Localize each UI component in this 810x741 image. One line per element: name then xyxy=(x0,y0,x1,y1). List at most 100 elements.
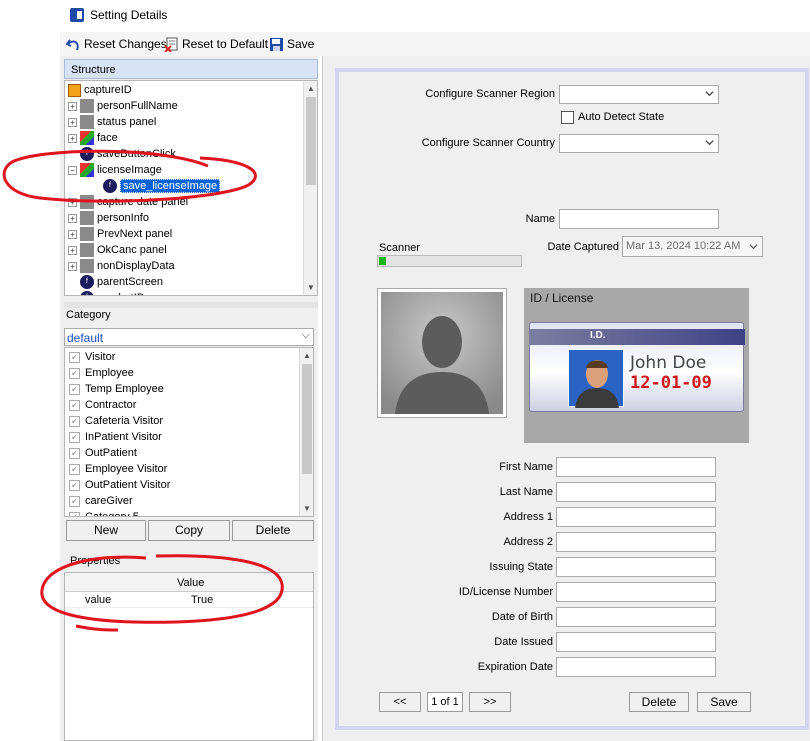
tree-item-label: OkCanc panel xyxy=(97,244,167,256)
category-checkbox[interactable]: ✓ xyxy=(69,431,80,443)
scroll-up-icon[interactable]: ▲ xyxy=(303,351,311,360)
license-photo xyxy=(568,349,624,408)
category-list[interactable]: ✓ Visitor ✓ Employee ✓ Temp Employee ✓ Contract… xyxy=(64,347,314,517)
category-item[interactable]: ✓ OutPatient Visitor xyxy=(69,477,170,493)
tree-item-label: sendartID xyxy=(97,292,145,295)
expand-icon[interactable] xyxy=(68,294,77,296)
category-dropdown[interactable]: default ⌵ xyxy=(64,328,314,346)
chevron-down-icon xyxy=(705,91,714,97)
field-input[interactable] xyxy=(556,582,716,602)
field-input[interactable] xyxy=(556,532,716,552)
scroll-down-icon[interactable]: ▼ xyxy=(303,504,311,513)
field-input[interactable] xyxy=(556,607,716,627)
tree-item[interactable]: fsendartID xyxy=(68,290,145,296)
tree-item[interactable]: + capture date panel xyxy=(68,194,188,210)
tree-item-label: face xyxy=(97,132,118,144)
scanner-country-dropdown[interactable] xyxy=(559,134,719,153)
expand-icon[interactable]: + xyxy=(68,245,77,255)
category-item[interactable]: ✓ OutPatient xyxy=(69,445,137,461)
tree-item[interactable]: f saveButtonClick xyxy=(68,146,176,162)
tree-item[interactable]: f parentScreen xyxy=(68,274,163,290)
license-card: I.D. John Doe 12-01-09 xyxy=(529,322,745,412)
category-checkbox[interactable]: ✓ xyxy=(69,511,80,516)
tree-scrollbar[interactable]: ▲ ▼ xyxy=(303,81,317,295)
field-input[interactable] xyxy=(556,457,716,477)
category-item[interactable]: ✓ Visitor xyxy=(69,349,115,365)
tree-item[interactable]: + OkCanc panel xyxy=(68,242,167,258)
category-checkbox[interactable]: ✓ xyxy=(69,479,80,491)
scanner-region-dropdown[interactable] xyxy=(559,85,719,104)
form-delete-button[interactable]: Delete xyxy=(629,692,689,712)
script-icon: f xyxy=(103,179,117,193)
chevron-down-icon xyxy=(705,140,714,146)
form-save-button[interactable]: Save xyxy=(697,692,751,712)
tree-item[interactable]: − licenseImage xyxy=(68,162,162,178)
expand-icon[interactable]: + xyxy=(68,261,77,271)
expand-icon[interactable]: + xyxy=(68,213,77,223)
field-input[interactable] xyxy=(556,482,716,502)
copy-category-button[interactable]: Copy xyxy=(148,520,230,541)
category-item[interactable]: ✓ Cafeteria Visitor xyxy=(69,413,163,429)
collapse-icon[interactable]: − xyxy=(68,165,77,175)
category-checkbox[interactable]: ✓ xyxy=(69,447,80,459)
field-input[interactable] xyxy=(556,557,716,577)
expand-icon[interactable]: + xyxy=(68,101,77,111)
field-input[interactable] xyxy=(556,507,716,527)
tree-item[interactable]: + personInfo xyxy=(68,210,149,226)
tree-root[interactable]: captureID xyxy=(68,82,132,98)
expand-icon[interactable]: + xyxy=(68,197,77,207)
reset-changes-button[interactable]: Reset Changes xyxy=(65,35,167,53)
tree-item[interactable]: + personFullName xyxy=(68,98,178,114)
category-item[interactable]: ✓ Category 5 xyxy=(69,509,139,516)
category-label: careGiver xyxy=(85,495,133,507)
tree-item[interactable]: + status panel xyxy=(68,114,156,130)
category-checkbox[interactable]: ✓ xyxy=(69,399,80,411)
category-checkbox[interactable]: ✓ xyxy=(69,351,80,363)
category-item[interactable]: ✓ Employee xyxy=(69,365,134,381)
tree-scroll-thumb[interactable] xyxy=(306,97,316,185)
structure-tree[interactable]: captureID + personFullName + status panel + f… xyxy=(64,80,318,296)
scanner-region-label: Configure Scanner Region xyxy=(425,88,555,100)
category-item[interactable]: ✓ InPatient Visitor xyxy=(69,429,162,445)
expand-icon[interactable] xyxy=(68,278,77,287)
category-checkbox[interactable]: ✓ xyxy=(69,463,80,475)
property-row[interactable]: value True xyxy=(65,592,313,608)
category-scrollbar[interactable]: ▲ ▼ xyxy=(299,348,313,516)
reset-default-button[interactable]: Reset to Default xyxy=(164,35,268,53)
prev-button[interactable]: << xyxy=(379,692,421,712)
property-name: value xyxy=(85,594,112,606)
category-item[interactable]: ✓ Temp Employee xyxy=(69,381,164,397)
category-item[interactable]: ✓ careGiver xyxy=(69,493,133,509)
date-captured-picker[interactable]: Mar 13, 2024 10:22 AM xyxy=(622,236,763,257)
category-item[interactable]: ✓ Employee Visitor xyxy=(69,461,167,477)
field-input[interactable] xyxy=(556,657,716,677)
expand-icon[interactable]: + xyxy=(68,117,77,127)
license-card-name: John Doe xyxy=(630,353,707,373)
save-button[interactable]: Save xyxy=(269,35,314,53)
property-value[interactable]: True xyxy=(191,594,213,606)
field-input[interactable] xyxy=(556,632,716,652)
tree-item[interactable]: f save_licenseImage xyxy=(103,178,221,194)
delete-category-button[interactable]: Delete xyxy=(232,520,314,541)
name-field[interactable] xyxy=(559,209,719,229)
category-checkbox[interactable]: ✓ xyxy=(69,495,80,507)
auto-detect-label: Auto Detect State xyxy=(578,111,665,123)
auto-detect-checkbox[interactable] xyxy=(561,111,574,124)
tree-item[interactable]: + nonDisplayData xyxy=(68,258,175,274)
category-checkbox[interactable]: ✓ xyxy=(69,383,80,395)
category-checkbox[interactable]: ✓ xyxy=(69,415,80,427)
next-button[interactable]: >> xyxy=(469,692,511,712)
tree-item[interactable]: + face xyxy=(68,130,118,146)
expand-icon[interactable]: + xyxy=(68,133,77,143)
new-category-button[interactable]: New xyxy=(66,520,146,541)
category-label: Cafeteria Visitor xyxy=(85,415,164,427)
expand-icon[interactable]: + xyxy=(68,229,77,239)
tree-item[interactable]: + PrevNext panel xyxy=(68,226,172,242)
scroll-down-icon[interactable]: ▼ xyxy=(307,283,315,292)
expand-icon[interactable] xyxy=(68,150,77,159)
category-item[interactable]: ✓ Contractor xyxy=(69,397,136,413)
category-label: Contractor xyxy=(85,399,137,411)
category-checkbox[interactable]: ✓ xyxy=(69,367,80,379)
scroll-up-icon[interactable]: ▲ xyxy=(307,84,315,93)
category-scroll-thumb[interactable] xyxy=(302,364,312,474)
